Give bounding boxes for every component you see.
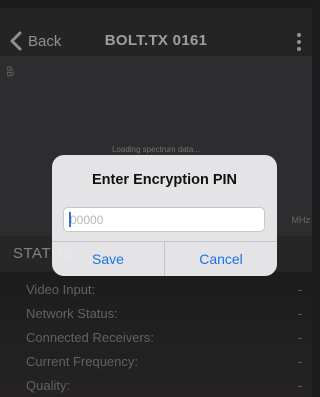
encryption-pin-dialog: Enter Encryption PIN Save Cancel: [52, 155, 277, 276]
pin-input[interactable]: [63, 207, 265, 232]
dialog-title: Enter Encryption PIN: [91, 172, 238, 188]
cancel-button[interactable]: Cancel: [165, 242, 277, 276]
save-button[interactable]: Save: [52, 242, 164, 276]
text-caret: [69, 212, 71, 227]
